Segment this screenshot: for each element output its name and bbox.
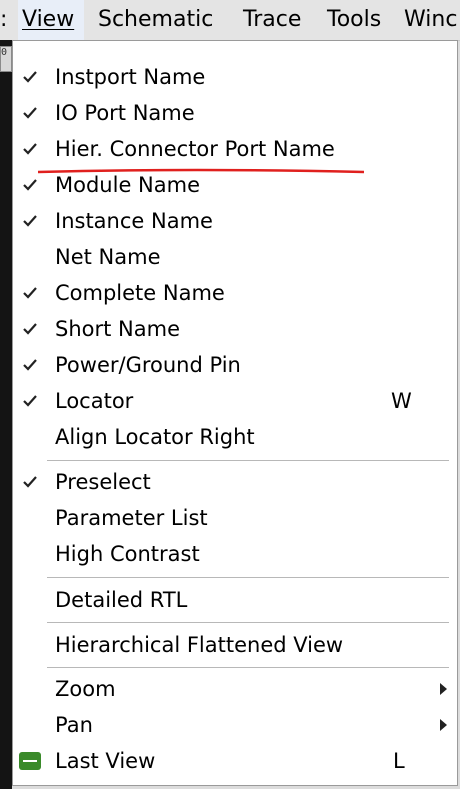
menu-item-label: Hierarchical Flattened View [55, 633, 344, 657]
submenu-arrow-icon [440, 683, 447, 695]
menu-item-short-name[interactable]: Short Name [13, 311, 457, 347]
menu-separator [47, 622, 449, 623]
menu-trace[interactable]: Trace [243, 0, 301, 40]
menu-item-label: Align Locator Right [55, 425, 255, 449]
menu-item-complete-name[interactable]: Complete Name [13, 275, 457, 311]
menu-label: Trace [243, 7, 302, 32]
background-strip [0, 40, 12, 789]
menu-item-zoom[interactable]: Zoom [13, 671, 457, 707]
menu-item-label: IO Port Name [55, 101, 195, 125]
menu-item-label: Locator [55, 389, 134, 413]
shortcut-label: L [393, 749, 405, 773]
menu-label: Schematic [98, 7, 214, 32]
checkmark-icon [23, 215, 37, 227]
menu-label: Tools [327, 7, 382, 32]
menu-item-io-port-name[interactable]: IO Port Name [13, 95, 457, 131]
submenu-arrow-icon [440, 719, 447, 731]
checkmark-icon [23, 287, 37, 299]
checkmark-icon [23, 476, 37, 488]
annotation-underline [37, 168, 365, 174]
menu-item-label: Short Name [55, 317, 180, 341]
menu-item-preselect[interactable]: Preselect [13, 464, 457, 500]
menu-item-label: Last View [55, 749, 156, 773]
menu-item-instport-name[interactable]: Instport Name [13, 59, 457, 95]
shortcut-label: W [391, 389, 412, 413]
menu-item-parameter-list[interactable]: Parameter List [13, 500, 457, 536]
menu-item-instance-name[interactable]: Instance Name [13, 203, 457, 239]
menu-item-last-view[interactable]: Last View L [13, 743, 457, 779]
menu-item-pan[interactable]: Pan [13, 707, 457, 743]
menu-label: Winc [404, 7, 458, 32]
toolbar-icon-text: 0 [1, 47, 8, 58]
toolbar-icon[interactable]: 0 [0, 46, 12, 72]
menu-item-hier-connector-port-name[interactable]: Hier. Connector Port Name [13, 131, 457, 167]
menu-window-partial[interactable]: Winc [404, 0, 457, 40]
checkmark-icon [23, 107, 37, 119]
menu-item-detailed-rtl[interactable]: Detailed RTL [13, 582, 457, 618]
menu-item-hierarchical-flattened-view[interactable]: Hierarchical Flattened View [13, 627, 457, 663]
menu-separator [47, 667, 449, 668]
menu-item-label: Net Name [55, 245, 161, 269]
checkmark-icon [23, 71, 37, 83]
checkmark-icon [23, 395, 37, 407]
checkmark-icon [23, 323, 37, 335]
menu-item-label: Zoom [55, 677, 116, 701]
menu-label: View [22, 7, 75, 32]
checkmark-icon [23, 143, 37, 155]
menu-view[interactable]: View [18, 0, 84, 40]
menu-item-label: Detailed RTL [55, 588, 188, 612]
menu-item-locator[interactable]: Locator W [13, 383, 457, 419]
menubar: : View Schematic Trace Tools Winc [0, 0, 460, 41]
menu-schematic[interactable]: Schematic [98, 0, 213, 40]
checkmark-icon [23, 359, 37, 371]
menu-separator [47, 460, 449, 461]
menu-item-label: Instport Name [55, 65, 206, 89]
view-dropdown-menu: Instport Name IO Port Name Hier. Connect… [12, 40, 458, 786]
menu-item-power-ground-pin[interactable]: Power/Ground Pin [13, 347, 457, 383]
menu-item-label: Hier. Connector Port Name [55, 137, 335, 161]
menu-item-label: Instance Name [55, 209, 213, 233]
menu-item-label: Preselect [55, 470, 151, 494]
back-arrow-icon [19, 752, 41, 770]
menu-item-label: Complete Name [55, 281, 225, 305]
menu-item-high-contrast[interactable]: High Contrast [13, 536, 457, 572]
menu-item-align-locator-right[interactable]: Align Locator Right [13, 419, 457, 455]
menu-tools[interactable]: Tools [327, 0, 381, 40]
menu-item-label: Power/Ground Pin [55, 353, 241, 377]
menu-item-label: Pan [55, 713, 93, 737]
menu-label: : [0, 7, 8, 32]
menu-separator [47, 577, 449, 578]
menu-file-partial[interactable]: : [0, 0, 7, 40]
menu-item-net-name[interactable]: Net Name [13, 239, 457, 275]
menu-item-label: High Contrast [55, 542, 200, 566]
menu-item-label: Parameter List [55, 506, 208, 530]
checkmark-icon [23, 179, 37, 191]
